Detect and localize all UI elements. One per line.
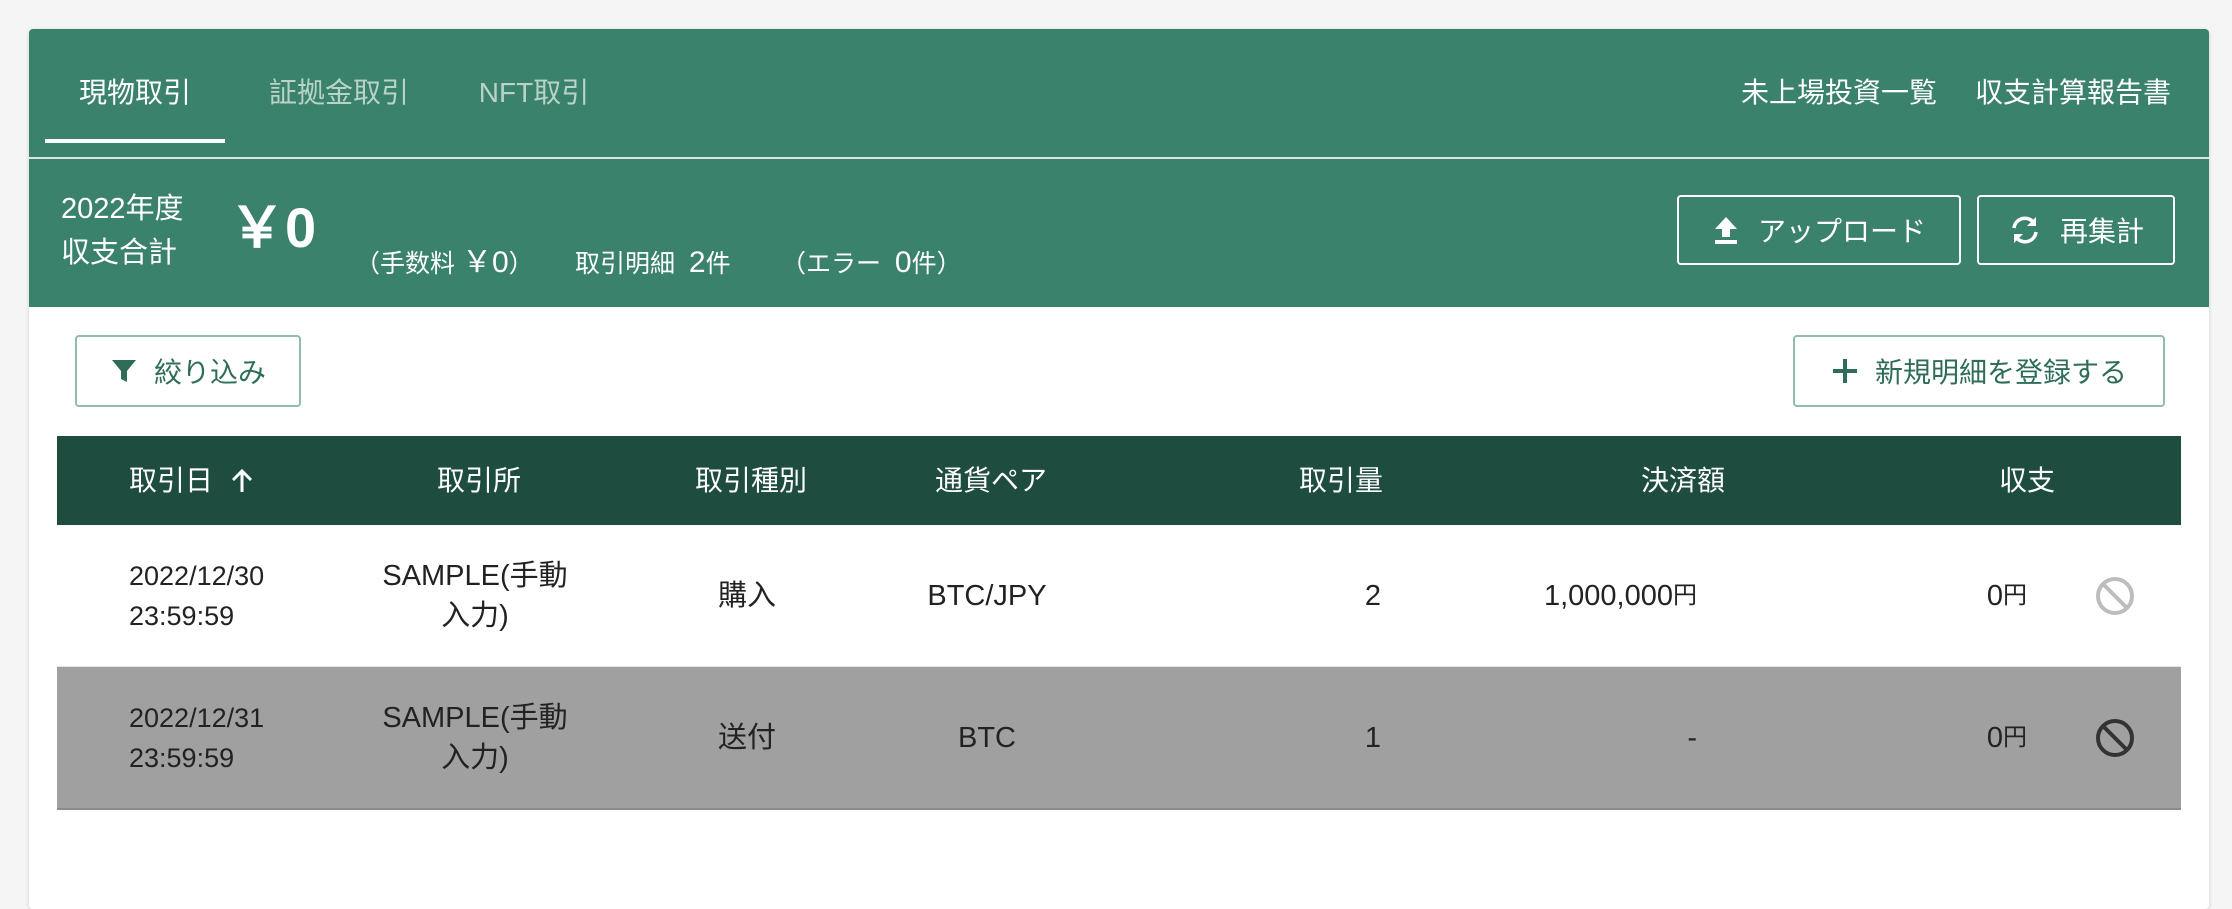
summary-bar: 2022年度 収支合計 ￥0 （手数料 ￥0） 取引明細 2件 （エラー 0件）… (29, 159, 2209, 307)
fee-summary: （手数料 ￥0） (355, 245, 534, 282)
cell-type: 送付 (717, 721, 776, 754)
unlisted-investments-link[interactable]: 未上場投資一覧 (1741, 29, 1937, 157)
year-label: 2022年度 (61, 193, 184, 225)
tab-bar: 現物取引 証拠金取引 NFT取引 未上場投資一覧 収支計算報告書 (29, 29, 2209, 157)
profit-unit: 円 (2003, 723, 2027, 751)
total-label: 収支合計 (61, 237, 178, 269)
settlement-unit: 円 (1673, 581, 1697, 609)
income-report-link[interactable]: 収支計算報告書 (1975, 29, 2171, 157)
header-settlement: 決済額 (1641, 465, 1726, 496)
time-value: 23:59:59 (129, 600, 235, 631)
settlement-value: 1,000,000 (1543, 579, 1673, 612)
cell-settlement: 1,000,000 円 (1457, 525, 1697, 666)
table-row[interactable]: 2022/12/30 23:59:59 SAMPLE(手動 入力) 購入 BTC… (57, 525, 2181, 667)
header-exchange: 取引所 (437, 465, 522, 496)
fee-suffix: ） (508, 250, 534, 278)
date-value: 2022/12/30 (129, 560, 265, 591)
cell-date: 2022/12/31 23:59:59 (129, 667, 329, 808)
count-label: 取引明細 (575, 250, 676, 278)
fee-value: ￥0 (461, 246, 509, 279)
header-date-label: 取引日 (129, 465, 214, 496)
cell-pair: BTC (958, 721, 1016, 754)
add-entry-label: 新規明細を登録する (1874, 357, 2127, 388)
header-quantity: 取引量 (1299, 465, 1384, 496)
exchange-line2: 入力) (441, 599, 509, 632)
prohibited-icon (2096, 576, 2134, 615)
table-header: 取引日 取引所 取引種別 通貨ペア 取引量 決済額 収支 (57, 436, 2181, 525)
upload-label: アップロード (1757, 216, 1926, 247)
error-value: 0 (894, 246, 912, 279)
header-profit: 収支 (1999, 465, 2056, 496)
header-type: 取引種別 (695, 465, 808, 496)
tab-margin-trading[interactable]: 証拠金取引 (259, 29, 419, 157)
fee-prefix: （手数料 (355, 250, 456, 278)
plus-icon (1832, 359, 1857, 383)
exchange-line1: SAMPLE(手動 (382, 559, 568, 592)
cell-quantity: 2 (1364, 579, 1381, 612)
total-amount: ￥0 (229, 196, 317, 259)
filter-button[interactable]: 絞り込み (75, 335, 301, 407)
upload-button[interactable]: アップロード (1677, 195, 1961, 265)
add-entry-button[interactable]: 新規明細を登録する (1793, 335, 2165, 407)
recalculate-label: 再集計 (2059, 216, 2144, 247)
cell-type: 購入 (717, 579, 776, 612)
sort-ascending-icon (231, 468, 252, 492)
date-value: 2022/12/31 (129, 702, 265, 733)
active-tab-indicator (45, 139, 225, 143)
refresh-icon (2012, 216, 2038, 244)
prohibited-icon (2096, 718, 2134, 757)
profit-unit: 円 (2003, 581, 2027, 609)
profit-value: 0 (1986, 579, 2003, 612)
recalculate-button[interactable]: 再集計 (1977, 195, 2175, 265)
cell-profit: 0円 (1857, 667, 2027, 808)
error-prefix: （エラー (781, 250, 882, 278)
tab-spot-trading[interactable]: 現物取引 (45, 29, 225, 157)
exclude-toggle[interactable] (2091, 667, 2139, 808)
filter-label: 絞り込み (153, 357, 266, 388)
tab-nft-trading[interactable]: NFT取引 (459, 29, 609, 157)
settlement-value: - (1687, 721, 1697, 754)
main-card: 現物取引 証拠金取引 NFT取引 未上場投資一覧 収支計算報告書 2022年度 … (29, 29, 2209, 909)
header-date[interactable]: 取引日 (129, 436, 255, 525)
filter-icon (111, 360, 136, 382)
cell-quantity: 1 (1364, 721, 1381, 754)
cell-pair: BTC/JPY (927, 579, 1047, 612)
cell-settlement: - (1457, 667, 1697, 808)
profit-value: 0 (1986, 721, 2003, 754)
exchange-line2: 入力) (441, 741, 509, 774)
cell-exchange: SAMPLE(手動 入力) (355, 525, 595, 666)
table-row[interactable]: 2022/12/31 23:59:59 SAMPLE(手動 入力) 送付 BTC… (57, 667, 2181, 810)
cell-profit: 0円 (1857, 525, 2027, 666)
exclude-toggle[interactable] (2091, 525, 2139, 666)
error-count: （エラー 0件） (781, 245, 962, 282)
count-unit: 件 (705, 250, 731, 278)
exchange-line1: SAMPLE(手動 (382, 701, 568, 734)
transaction-count: 取引明細 2件 (575, 245, 731, 282)
cell-date: 2022/12/30 23:59:59 (129, 525, 329, 666)
count-value: 2 (688, 246, 706, 279)
upload-icon (1714, 217, 1737, 244)
header-pair: 通貨ペア (935, 465, 1048, 496)
cell-exchange: SAMPLE(手動 入力) (355, 667, 595, 808)
fiscal-year-label: 2022年度 収支合計 (61, 187, 184, 275)
time-value: 23:59:59 (129, 742, 235, 773)
error-suffix: 件） (911, 250, 962, 278)
